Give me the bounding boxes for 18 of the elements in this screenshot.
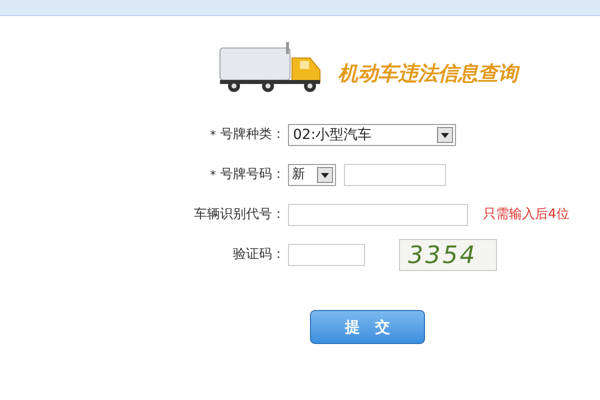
captcha-input[interactable] [288, 244, 365, 266]
caret-icon [321, 172, 329, 178]
required-mark: * [210, 127, 216, 144]
vin-input[interactable] [288, 204, 468, 226]
captcha-image: 3354 [399, 239, 497, 271]
field-label: 验证码： [233, 246, 285, 264]
field-label: 号牌种类： [220, 126, 285, 144]
required-mark: * [210, 167, 216, 184]
plate-number-input[interactable] [344, 164, 446, 186]
banner-title: 机动车违法信息查询 [338, 60, 518, 87]
hint-text: 只需输入后4位 [483, 206, 570, 224]
field-label: 车辆识别代号： [194, 206, 285, 224]
dropdown-button[interactable] [317, 167, 333, 183]
caret-icon [441, 132, 449, 138]
region-select[interactable]: 新 [288, 164, 336, 186]
plate-type-select[interactable]: 02:小型汽车 [288, 124, 456, 146]
dropdown-button[interactable] [437, 127, 453, 143]
field-label: 号牌号码： [220, 166, 285, 184]
